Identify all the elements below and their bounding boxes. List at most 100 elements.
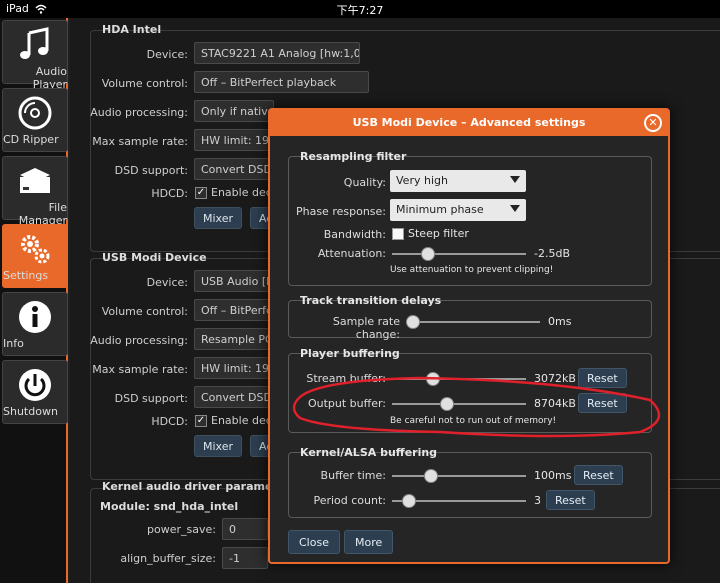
section-title: Player buffering xyxy=(300,347,400,360)
slider-knob[interactable] xyxy=(440,397,454,411)
output-buffer-note: Be careful not to run out of memory! xyxy=(390,416,557,426)
slider-knob[interactable] xyxy=(406,315,420,329)
device-select[interactable]: USB Audio [hw xyxy=(194,270,274,292)
attenuation-note: Use attenuation to prevent clipping! xyxy=(390,265,554,275)
output-buffer-reset-button[interactable]: Reset xyxy=(578,393,627,413)
section-title: Resampling filter xyxy=(300,150,407,163)
status-bar: iPad 下午7:27 xyxy=(0,0,720,18)
audio-processing-label: Audio processing: xyxy=(90,106,188,119)
close-icon[interactable]: ✕ xyxy=(644,114,662,132)
output-buffer-slider[interactable] xyxy=(392,397,526,411)
attenuation-label: Attenuation: xyxy=(317,247,386,260)
sidebar-item-file-manager[interactable]: File Manager xyxy=(2,156,68,227)
device-label: Device: xyxy=(146,48,188,61)
align-buffer-size-input[interactable]: -1 xyxy=(222,547,268,569)
device-label: Device: xyxy=(146,276,188,289)
audio-processing-label: Audio processing: xyxy=(90,334,188,347)
dsd-support-label: DSD support: xyxy=(114,164,188,177)
dsd-support-select[interactable]: Convert DSD t xyxy=(194,386,274,408)
device-select[interactable]: STAC9221 A1 Analog [hw:1,0] xyxy=(194,42,360,64)
music-note-icon xyxy=(20,27,49,59)
power-save-input[interactable]: 0 xyxy=(222,518,268,540)
output-buffer-value: 8704kB xyxy=(534,397,576,410)
max-sample-rate-select[interactable]: HW limit: 1920 xyxy=(194,129,274,151)
slider-track xyxy=(392,378,526,380)
period-count-slider[interactable] xyxy=(392,494,526,508)
sidebar: Audio Player CD Ripper File Manager Sett… xyxy=(0,18,68,583)
period-count-reset-button[interactable]: Reset xyxy=(546,490,595,510)
sidebar-item-info[interactable]: Info xyxy=(2,292,68,356)
more-button[interactable]: More xyxy=(344,530,394,554)
buffer-time-slider[interactable] xyxy=(392,469,526,483)
sample-rate-change-slider[interactable] xyxy=(406,315,540,329)
clock: 下午7:27 xyxy=(336,4,384,17)
slider-track xyxy=(392,475,526,477)
stream-buffer-slider[interactable] xyxy=(392,372,526,386)
sidebar-item-settings[interactable]: Settings xyxy=(2,224,68,288)
hdcd-checkbox[interactable]: ✓ xyxy=(195,415,207,427)
group-title: USB Modi Device xyxy=(102,251,207,264)
slider-track xyxy=(406,321,540,323)
max-sample-rate-label: Max sample rate: xyxy=(92,363,188,376)
steep-filter-label: Steep filter xyxy=(408,227,469,240)
group-title: HDA Intel xyxy=(102,23,162,36)
volume-control-label: Volume control: xyxy=(101,77,188,90)
mixer-button[interactable]: Mixer xyxy=(194,207,243,229)
dialog-title: USB Modi Device – Advanced settings xyxy=(352,116,586,129)
sidebar-item-shutdown[interactable]: Shutdown xyxy=(2,360,68,424)
dsd-support-select[interactable]: Convert DSD t xyxy=(194,158,274,180)
close-button[interactable]: Close xyxy=(288,530,340,554)
quality-value: Very high xyxy=(396,174,448,187)
slider-knob[interactable] xyxy=(401,494,416,508)
period-count-label: Period count: xyxy=(313,494,386,507)
stream-buffer-label: Stream buffer: xyxy=(306,372,386,385)
sidebar-item-label: Settings xyxy=(3,269,49,282)
sample-rate-change-value: 0ms xyxy=(548,315,572,328)
volume-control-select[interactable]: Off – BitPerfe xyxy=(194,299,274,321)
attenuation-slider[interactable] xyxy=(392,247,526,261)
phase-response-label: Phase response: xyxy=(295,205,386,218)
chevron-down-icon xyxy=(510,205,520,212)
audio-processing-select[interactable]: Resample PCM xyxy=(194,328,274,350)
module-name: Module: snd_hda_intel xyxy=(100,500,239,513)
buffer-time-value: 100ms xyxy=(534,469,572,482)
stream-buffer-value: 3072kB xyxy=(534,372,576,385)
phase-response-select[interactable]: Minimum phase xyxy=(390,199,526,221)
attenuation-value: -2.5dB xyxy=(534,247,570,260)
buffer-time-label: Buffer time: xyxy=(320,469,386,482)
slider-knob[interactable] xyxy=(424,469,439,483)
hdcd-label: HDCD: xyxy=(151,415,188,428)
buffer-time-reset-button[interactable]: Reset xyxy=(574,465,623,485)
mixer-button[interactable]: Mixer xyxy=(194,435,243,457)
hdcd-label: HDCD: xyxy=(151,187,188,200)
steep-filter-checkbox[interactable] xyxy=(392,228,404,240)
hdcd-checkbox[interactable]: ✓ xyxy=(195,187,207,199)
section-title: Kernel/ALSA buffering xyxy=(300,446,438,459)
stream-buffer-reset-button[interactable]: Reset xyxy=(578,368,627,388)
kernel-alsa-section xyxy=(288,452,652,518)
volume-control-select[interactable]: Off – BitPerfect playback xyxy=(194,71,369,93)
section-title: Track transition delays xyxy=(300,294,442,307)
power-icon xyxy=(19,369,51,401)
max-sample-rate-select[interactable]: HW limit: 1920 xyxy=(194,357,274,379)
volume-control-label: Volume control: xyxy=(101,305,188,318)
bandwidth-label: Bandwidth: xyxy=(323,228,386,241)
quality-select[interactable]: Very high xyxy=(390,170,526,192)
slider-knob[interactable] xyxy=(420,247,435,261)
sidebar-item-cd-ripper[interactable]: CD Ripper xyxy=(2,88,68,152)
gears-icon xyxy=(21,235,50,264)
sidebar-item-label: Info xyxy=(3,337,24,350)
power-save-label: power_save: xyxy=(147,523,216,536)
drive-icon xyxy=(20,168,50,193)
quality-label: Quality: xyxy=(343,176,386,189)
sidebar-item-label: Shutdown xyxy=(3,405,58,418)
cd-icon xyxy=(18,96,52,130)
slider-track xyxy=(392,253,526,255)
period-count-value: 3 xyxy=(534,494,541,507)
slider-knob[interactable] xyxy=(425,372,440,386)
align-buffer-size-label: align_buffer_size: xyxy=(120,552,216,565)
audio-processing-select[interactable]: Only if native xyxy=(194,100,274,122)
slider-track xyxy=(392,403,526,405)
sidebar-item-audio-player[interactable]: Audio Player xyxy=(2,20,68,91)
chevron-down-icon xyxy=(510,176,520,183)
